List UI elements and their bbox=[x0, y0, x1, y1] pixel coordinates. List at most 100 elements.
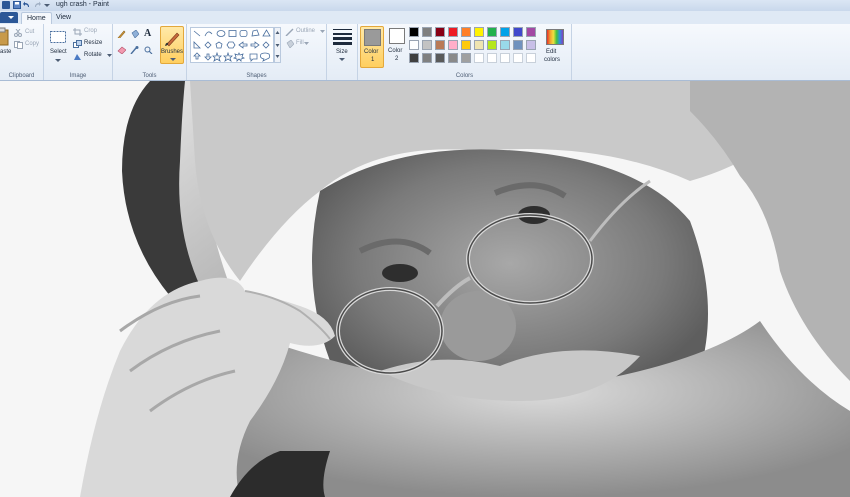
magnifier-icon[interactable] bbox=[144, 46, 153, 54]
santa-drawing bbox=[0, 81, 850, 497]
edit-colors-button[interactable]: Edit colors bbox=[543, 26, 570, 68]
color1-button[interactable]: Color 1 bbox=[360, 26, 384, 68]
rainbow-palette-icon bbox=[546, 29, 564, 45]
cut-label: Cut bbox=[25, 29, 35, 35]
rotate-dropdown-icon bbox=[107, 54, 112, 57]
palette-swatch[interactable] bbox=[435, 53, 445, 63]
resize-button[interactable]: Resize bbox=[73, 40, 102, 50]
palette-swatch[interactable] bbox=[461, 53, 471, 63]
palette-swatch[interactable] bbox=[487, 27, 497, 37]
palette-swatch[interactable] bbox=[513, 53, 523, 63]
color2-label: Color bbox=[388, 48, 403, 54]
dropdown-arrow-icon bbox=[8, 16, 14, 19]
select-rectangle-icon bbox=[50, 31, 66, 43]
redo-icon[interactable] bbox=[33, 1, 41, 9]
palette-swatch[interactable] bbox=[513, 40, 523, 50]
palette-swatch[interactable] bbox=[526, 40, 536, 50]
copy-button[interactable]: Copy bbox=[14, 41, 39, 51]
palette-swatch[interactable] bbox=[513, 27, 523, 37]
pencil-icon[interactable] bbox=[117, 30, 126, 38]
brush-icon bbox=[165, 32, 180, 47]
line-size-icon bbox=[333, 29, 352, 45]
file-menu-button[interactable] bbox=[0, 12, 18, 23]
color1-label: Color bbox=[364, 49, 379, 55]
palette-swatch[interactable] bbox=[474, 27, 484, 37]
title-bar: ugh crash - Paint bbox=[0, 0, 850, 11]
color1-swatch bbox=[364, 29, 381, 46]
outline-dropdown-icon bbox=[320, 30, 325, 33]
scissors-icon bbox=[14, 28, 22, 37]
edit-colors-label: Edit bbox=[546, 49, 557, 55]
select-dropdown-icon bbox=[55, 59, 61, 62]
crop-button[interactable]: Crop bbox=[73, 28, 97, 38]
ribbon-tab-row: Home View bbox=[0, 11, 850, 25]
tools-group-label: Tools bbox=[142, 73, 157, 79]
quick-access-dropdown-icon[interactable] bbox=[43, 1, 51, 9]
outline-button[interactable]: Outline bbox=[285, 28, 325, 38]
outline-label: Outline bbox=[296, 28, 316, 34]
size-label: Size bbox=[336, 49, 348, 55]
outline-icon bbox=[285, 28, 294, 37]
brushes-button[interactable]: Brushes bbox=[160, 26, 184, 64]
eraser-icon[interactable] bbox=[117, 46, 126, 54]
shapes-gallery[interactable] bbox=[190, 27, 274, 63]
palette-swatch[interactable] bbox=[422, 27, 432, 37]
colors-group: Color 1 Color 2 Edit colors Colors bbox=[358, 24, 572, 80]
image-group: Select Crop Resize Rotate Image bbox=[44, 24, 113, 80]
palette-swatch[interactable] bbox=[474, 53, 484, 63]
size-button[interactable]: Size bbox=[329, 27, 356, 65]
drawing-canvas[interactable] bbox=[0, 81, 850, 497]
brushes-label: Brushes bbox=[161, 49, 184, 55]
palette-swatch[interactable] bbox=[526, 53, 536, 63]
shapes-scrollbar[interactable] bbox=[274, 27, 281, 63]
color-picker-icon[interactable] bbox=[130, 46, 139, 54]
palette-swatch[interactable] bbox=[409, 27, 419, 37]
save-icon[interactable] bbox=[13, 1, 21, 9]
palette-swatch[interactable] bbox=[435, 40, 445, 50]
palette-swatch[interactable] bbox=[435, 27, 445, 37]
paste-button[interactable]: aste bbox=[0, 27, 11, 63]
fill-icon bbox=[286, 39, 295, 49]
undo-icon[interactable] bbox=[23, 1, 31, 9]
palette-swatch[interactable] bbox=[461, 40, 471, 50]
ribbon: aste Cut Copy Clipboard Select Crop Resi… bbox=[0, 24, 850, 81]
cut-button[interactable]: Cut bbox=[14, 28, 34, 39]
rotate-icon bbox=[74, 54, 81, 60]
clipboard-group: aste Cut Copy Clipboard bbox=[0, 24, 44, 80]
size-dropdown-icon bbox=[339, 58, 345, 61]
window-title: ugh crash - Paint bbox=[56, 1, 109, 8]
clipboard-group-label: Clipboard bbox=[8, 73, 35, 79]
palette-swatch[interactable] bbox=[500, 53, 510, 63]
palette-swatch[interactable] bbox=[500, 27, 510, 37]
shapes-gallery-icons bbox=[193, 29, 271, 62]
tools-group: A Brushes Tools bbox=[113, 24, 187, 80]
fill-button[interactable]: Fill bbox=[285, 39, 309, 50]
size-group: Size bbox=[327, 24, 358, 80]
palette-swatch[interactable] bbox=[448, 53, 458, 63]
rotate-button[interactable]: Rotate bbox=[73, 52, 112, 62]
fill-label: Fill bbox=[296, 40, 304, 46]
palette-swatch[interactable] bbox=[422, 40, 432, 50]
palette-swatch[interactable] bbox=[422, 53, 432, 63]
palette-swatch[interactable] bbox=[487, 40, 497, 50]
crop-label: Crop bbox=[84, 28, 98, 34]
palette-swatch[interactable] bbox=[448, 40, 458, 50]
text-tool-icon[interactable]: A bbox=[144, 29, 151, 39]
palette-swatch[interactable] bbox=[487, 53, 497, 63]
palette-swatch[interactable] bbox=[461, 27, 471, 37]
palette-swatch[interactable] bbox=[474, 40, 484, 50]
image-group-label: Image bbox=[69, 73, 87, 79]
palette-swatch[interactable] bbox=[448, 27, 458, 37]
color2-button[interactable]: Color 2 bbox=[386, 26, 410, 68]
color2-swatch bbox=[389, 28, 405, 44]
palette-swatch[interactable] bbox=[526, 27, 536, 37]
paint-app-icon bbox=[2, 1, 10, 9]
tab-view[interactable]: View bbox=[51, 12, 76, 24]
palette-swatch[interactable] bbox=[409, 53, 419, 63]
color2-index: 2 bbox=[395, 56, 399, 62]
palette-swatch[interactable] bbox=[500, 40, 510, 50]
select-button[interactable]: Select bbox=[47, 28, 69, 66]
fill-bucket-icon[interactable] bbox=[130, 30, 139, 38]
resize-icon bbox=[73, 40, 82, 48]
palette-swatch[interactable] bbox=[409, 40, 419, 50]
